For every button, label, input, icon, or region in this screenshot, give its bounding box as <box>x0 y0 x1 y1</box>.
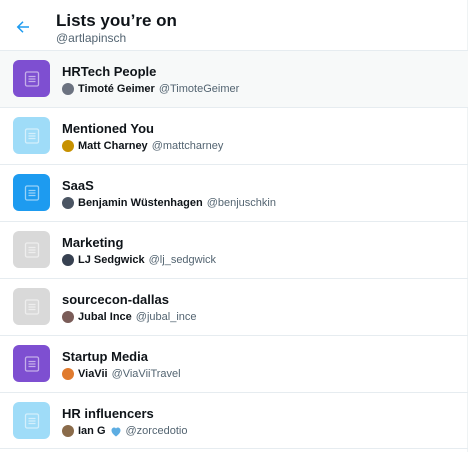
list-name: SaaS <box>62 178 94 193</box>
list-name: sourcecon-dallas <box>62 292 169 307</box>
list-item[interactable]: Marketing LJ Sedgwick @lj_sedgwick <box>0 221 468 278</box>
list-item[interactable]: Mentioned You Matt Charney @mattcharney <box>0 107 468 164</box>
avatar <box>62 140 74 152</box>
list-item[interactable]: HRTech People Timoté Geimer @TimoteGeime… <box>0 50 468 107</box>
owner-handle: @zorcedotio <box>125 425 188 437</box>
list-icon <box>13 288 50 325</box>
list-owner: Benjamin Wüstenhagen @benjuschkin <box>62 196 276 210</box>
owner-handle: @ViaViiTravel <box>111 368 181 380</box>
avatar <box>62 254 74 266</box>
list-icon <box>13 117 50 154</box>
owner-handle: @lj_sedgwick <box>148 254 217 266</box>
list-icon <box>13 174 50 211</box>
list-name: Startup Media <box>62 349 148 364</box>
list-icon <box>13 402 50 439</box>
owner-handle: @jubal_ince <box>135 311 197 323</box>
avatar <box>62 311 74 323</box>
list-name: HRTech People <box>62 64 157 79</box>
list-owner: LJ Sedgwick @lj_sedgwick <box>62 253 216 267</box>
avatar <box>62 197 74 209</box>
blue-heart-icon <box>110 426 122 437</box>
owner-name: ViaVii <box>78 368 108 380</box>
list-item[interactable]: HR influencers Ian G @zorcedotio <box>0 392 468 449</box>
lists-container: HRTech People Timoté Geimer @TimoteGeime… <box>0 50 468 449</box>
list-icon <box>13 231 50 268</box>
owner-name: Ian G <box>78 425 106 437</box>
account-handle: @artlapinsch <box>56 31 127 45</box>
page-title: Lists you’re on <box>56 11 177 30</box>
list-item[interactable]: Startup Media ViaVii @ViaViiTravel <box>0 335 468 392</box>
list-owner: Matt Charney @mattcharney <box>62 139 223 153</box>
owner-handle: @benjuschkin <box>206 197 276 209</box>
list-owner: Ian G @zorcedotio <box>62 424 187 438</box>
lists-panel: Lists you’re on @artlapinsch HRTech Peop… <box>0 0 468 452</box>
avatar <box>62 83 74 95</box>
list-name: Mentioned You <box>62 121 154 136</box>
avatar <box>62 425 74 437</box>
list-item[interactable]: SaaS Benjamin Wüstenhagen @benjuschkin <box>0 164 468 221</box>
page-header: Lists you’re on @artlapinsch <box>0 0 468 50</box>
list-icon <box>13 60 50 97</box>
list-item[interactable]: sourcecon-dallas Jubal Ince @jubal_ince <box>0 278 468 335</box>
list-icon <box>13 345 50 382</box>
owner-handle: @TimoteGeimer <box>158 83 240 95</box>
owner-handle: @mattcharney <box>151 140 224 152</box>
list-name: Marketing <box>62 235 124 250</box>
owner-name: Jubal Ince <box>78 311 132 323</box>
back-button[interactable] <box>10 14 36 40</box>
avatar <box>62 368 74 380</box>
owner-name: LJ Sedgwick <box>78 254 145 266</box>
owner-name: Timoté Geimer <box>78 83 155 95</box>
arrow-left-icon <box>16 21 29 33</box>
list-owner: Timoté Geimer @TimoteGeimer <box>62 82 239 96</box>
owner-name: Matt Charney <box>78 140 148 152</box>
list-owner: Jubal Ince @jubal_ince <box>62 310 197 324</box>
owner-name: Benjamin Wüstenhagen <box>78 197 203 209</box>
list-owner: ViaVii @ViaViiTravel <box>62 367 181 381</box>
list-name: HR influencers <box>62 406 154 421</box>
